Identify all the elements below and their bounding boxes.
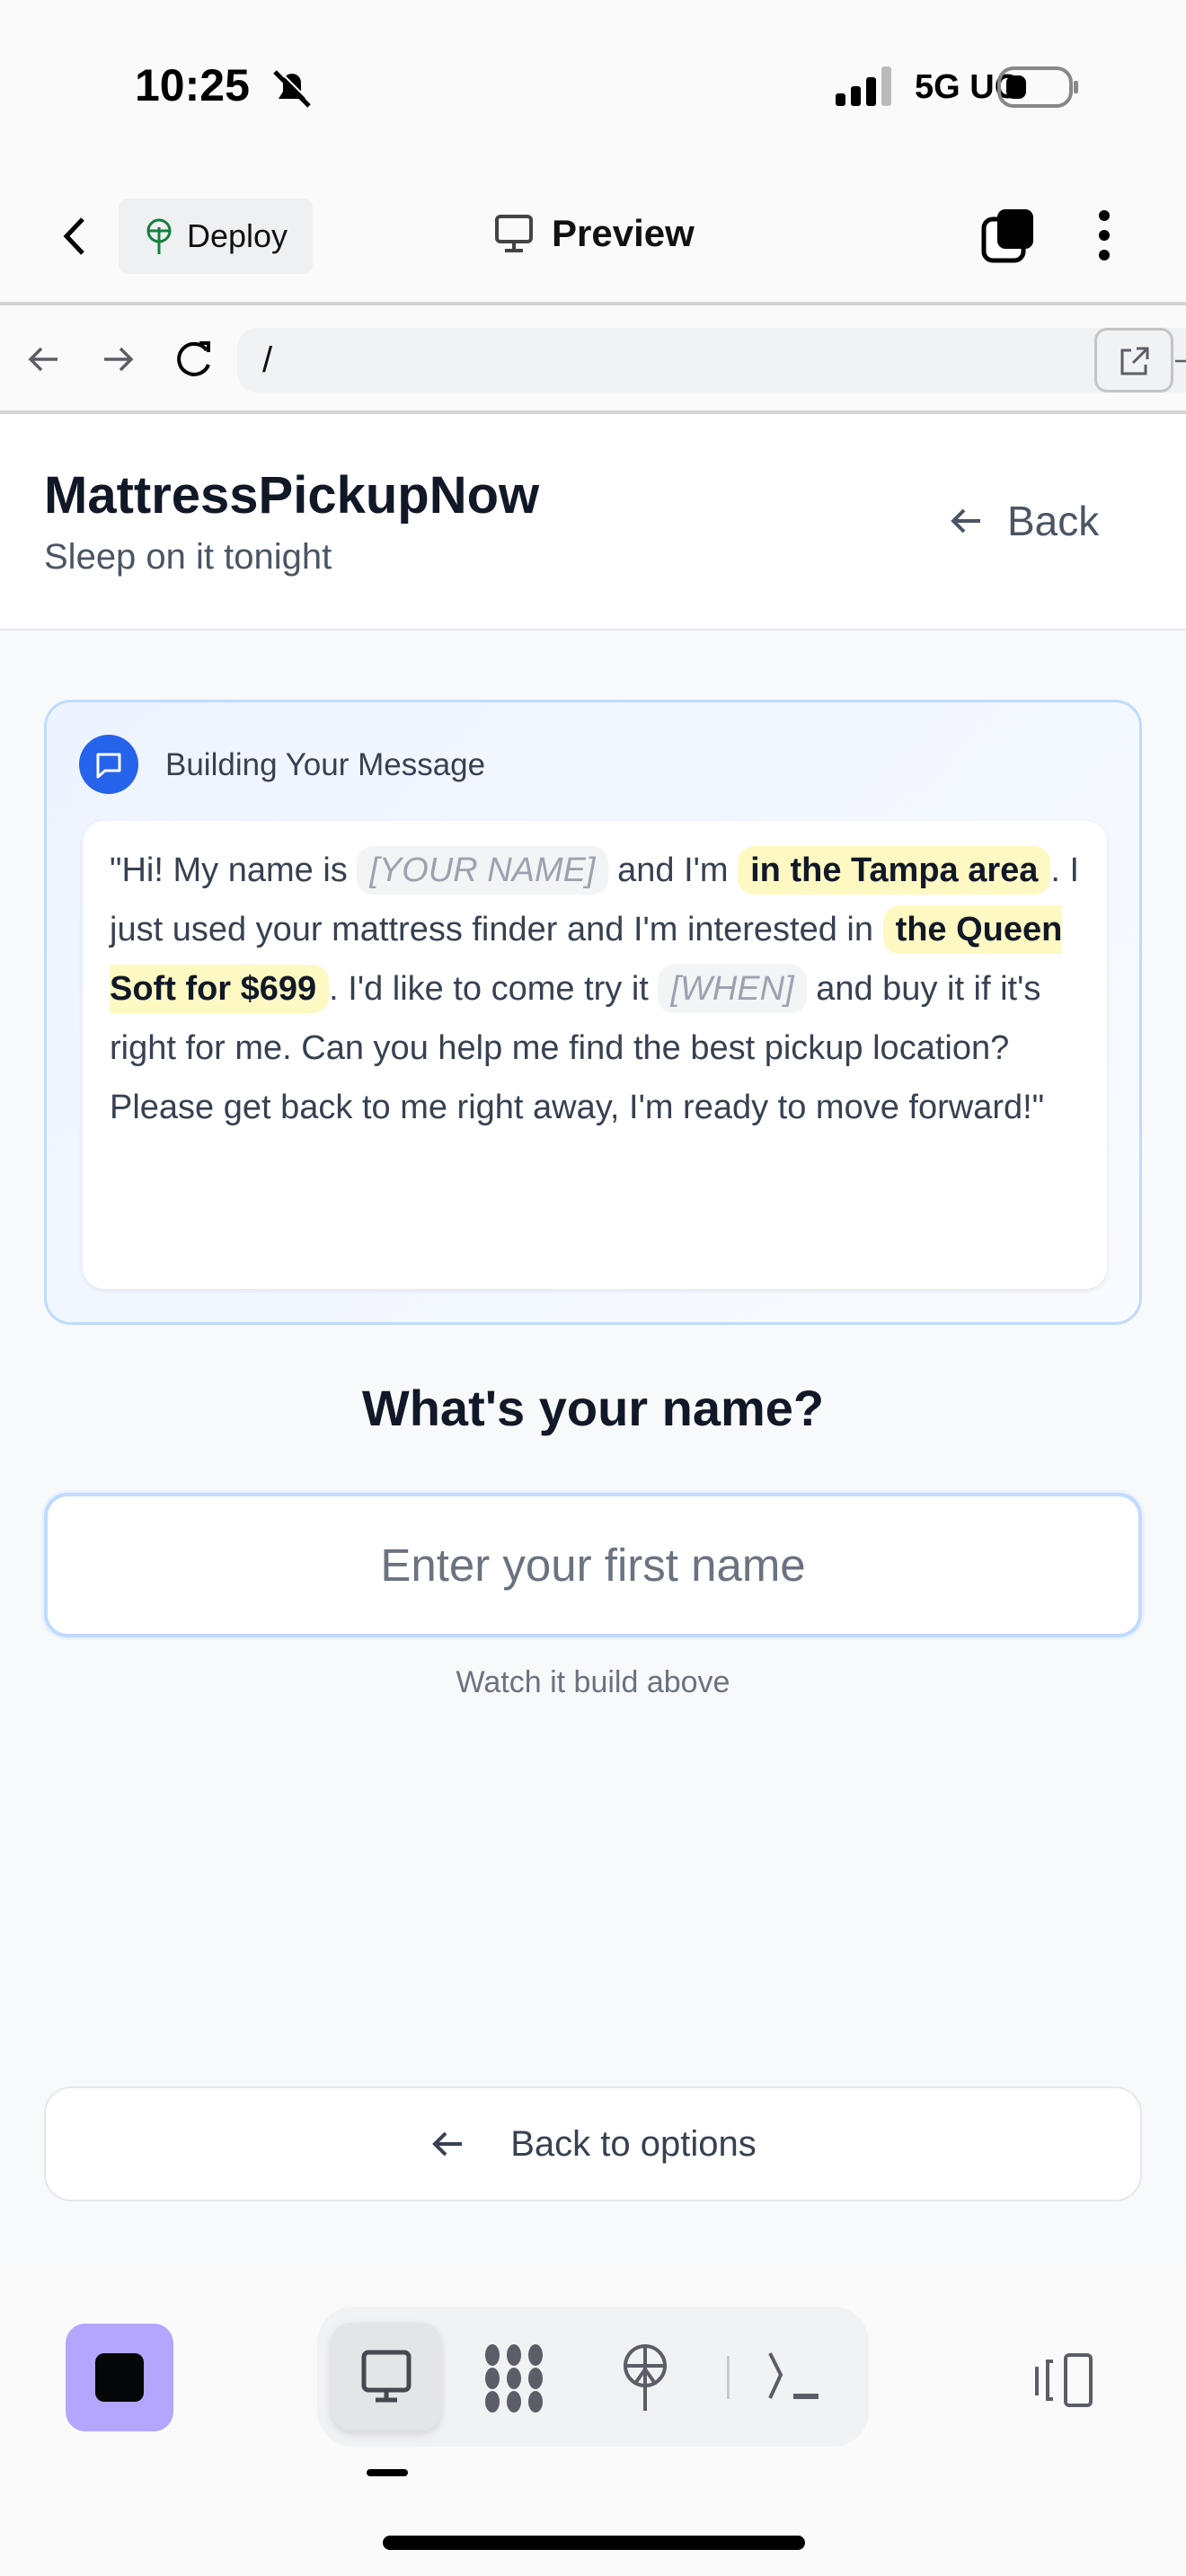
battery-icon: [997, 66, 1078, 108]
preview-tab[interactable]: [332, 2323, 441, 2430]
message-preview-card: Building Your Message "Hi! My name is [Y…: [44, 700, 1142, 1325]
bottom-toolbar: [0, 2266, 1186, 2576]
bell-muted-icon: [273, 68, 313, 108]
back-button[interactable]: Back: [948, 497, 1099, 545]
deploy-globe-icon[interactable]: [618, 2342, 672, 2411]
area-highlight: in the Tampa area: [738, 846, 1051, 895]
go-arrow-icon[interactable]: [1173, 348, 1186, 375]
top-nav: Deploy Preview: [0, 162, 1186, 305]
tabs-icon[interactable]: [979, 207, 1039, 266]
app-subtitle: Sleep on it tonight: [44, 537, 332, 577]
app-header: MattressPickupNow Sleep on it tonight Ba…: [0, 414, 1186, 631]
signal-icon: [836, 66, 891, 106]
divider: [727, 2356, 730, 2399]
view-switcher: [317, 2307, 869, 2447]
deploy-label: Deploy: [187, 217, 288, 254]
arrow-left-icon: [432, 2131, 463, 2157]
chevron-left-icon[interactable]: [61, 216, 88, 257]
url-input[interactable]: /: [237, 328, 1186, 393]
browser-toolbar: /: [0, 305, 1186, 414]
first-name-input[interactable]: [44, 1493, 1142, 1637]
deploy-button[interactable]: Deploy: [119, 198, 313, 274]
message-text: "Hi! My name is [YOUR NAME] and I'm in t…: [83, 821, 1107, 1289]
question-heading: What's your name?: [361, 1380, 825, 1436]
app-title: MattressPickupNow: [44, 466, 540, 525]
app-icon-button[interactable]: [66, 2324, 173, 2431]
workflow-icon[interactable]: [482, 2344, 546, 2413]
name-placeholder: [YOUR NAME]: [357, 846, 608, 895]
browser-forward-icon[interactable]: [101, 341, 137, 377]
open-external-button[interactable]: [1094, 328, 1173, 393]
reload-icon[interactable]: [174, 340, 216, 379]
more-menu-icon[interactable]: [1091, 208, 1118, 262]
input-hint: Watch it build above: [456, 1665, 730, 1699]
external-link-icon: [1120, 347, 1149, 375]
browser-back-icon[interactable]: [25, 341, 61, 377]
message-icon: [79, 735, 138, 794]
when-placeholder: [WHEN]: [658, 965, 807, 1013]
terminal-icon[interactable]: [766, 2351, 824, 2402]
active-tab-indicator: [367, 2469, 408, 2476]
preview-title: Preview: [494, 212, 695, 255]
status-bar: 10:25 5G UC: [0, 0, 1186, 162]
monitor-icon: [495, 215, 533, 252]
back-to-options-button[interactable]: Back to options: [44, 2086, 1142, 2201]
home-indicator: [383, 2536, 805, 2550]
status-time: 10:25: [135, 60, 250, 110]
stop-icon: [95, 2353, 144, 2402]
monitor-icon: [361, 2350, 412, 2403]
globe-upload-icon: [146, 218, 172, 254]
device-rotate-icon[interactable]: [1033, 2352, 1102, 2408]
arrow-left-icon: [951, 508, 980, 534]
card-header: Building Your Message: [165, 747, 486, 782]
